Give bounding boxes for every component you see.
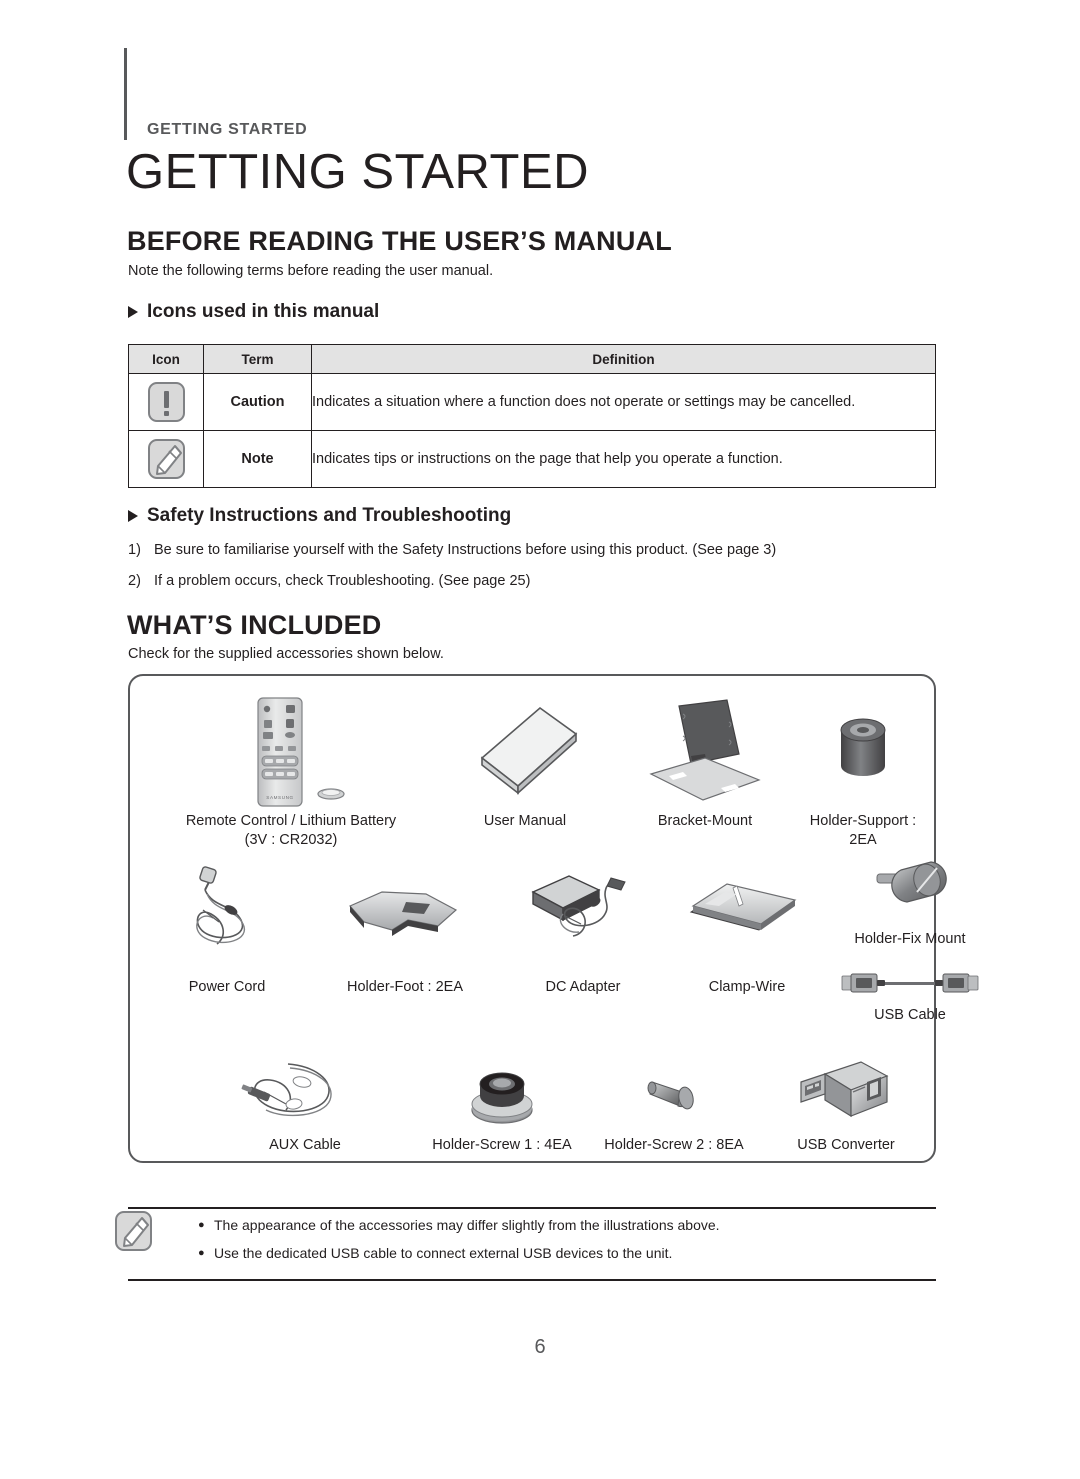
bullet-icon: ● — [198, 1219, 205, 1231]
accessory-clamp-wire: Clamp-Wire — [666, 864, 828, 997]
manual-page: GETTING STARTED GETTING STARTED BEFORE R… — [0, 0, 1080, 1479]
accessory-holder-screw-1: Holder-Screw 1 : 4EA — [416, 1056, 588, 1155]
column-header-icon: Icon — [128, 344, 204, 374]
footer-note-block: ● The appearance of the accessories may … — [115, 1207, 936, 1281]
icons-legend-table: Icon Term Definition Caution Indicates a… — [128, 344, 936, 488]
accessory-label: AUX Cable — [269, 1137, 341, 1153]
holder-support-illustration — [790, 696, 936, 808]
accessory-label: Clamp-Wire — [708, 979, 786, 995]
accessory-label: DC Adapter — [545, 979, 621, 995]
list-item: 1) Be sure to familiarise yourself with … — [128, 541, 776, 561]
holder-screw-2-illustration — [588, 1056, 760, 1132]
subheading-icons-used: Icons used in this manual — [128, 302, 379, 321]
subheading-icons-used-label: Icons used in this manual — [147, 301, 380, 322]
usb-converter-illustration — [760, 1054, 932, 1132]
caution-icon-cell — [128, 373, 204, 431]
definition-note: Indicates tips or instructions on the pa… — [311, 430, 936, 488]
accessory-label: USB Cable — [874, 1007, 946, 1023]
list-item-text: Be sure to familiarise yourself with the… — [154, 542, 777, 558]
accessories-panel: SAMSUNG Remote Control / Lithium Battery… — [128, 674, 979, 1163]
dc-adapter-illustration — [500, 864, 666, 974]
user-manual-illustration — [430, 696, 620, 808]
table-row: Caution Indicates a situation where a fu… — [128, 373, 936, 431]
note-text: Use the dedicated USB cable to connect e… — [214, 1244, 673, 1261]
section-heading-before-reading: BEFORE READING THE USER’S MANUAL — [127, 226, 672, 256]
accessory-aux-cable: AUX Cable — [194, 1056, 416, 1155]
bracket-mount-illustration — [620, 696, 790, 808]
page-number: 6 — [534, 1336, 546, 1358]
accessory-label: Holder-Foot : 2EA — [346, 979, 464, 995]
definition-caution: Indicates a situation where a function d… — [311, 373, 936, 431]
term-note: Note — [203, 430, 312, 488]
note-pencil-icon — [147, 439, 185, 479]
safety-instruction-list: 1) Be sure to familiarise yourself with … — [128, 541, 776, 602]
accessory-usb-cable: USB Cable — [830, 966, 990, 1025]
accessory-bracket-mount: Bracket-Mount — [620, 696, 790, 831]
triangle-bullet-icon — [128, 305, 138, 318]
list-item: ● The appearance of the accessories may … — [198, 1216, 720, 1236]
accessory-label: Bracket-Mount — [657, 813, 753, 829]
footer-note-list: ● The appearance of the accessories may … — [198, 1216, 720, 1271]
accessory-usb-converter: USB Converter — [760, 1054, 932, 1155]
clamp-wire-illustration — [666, 864, 828, 974]
bullet-icon: ● — [198, 1246, 205, 1259]
list-item-number: 2) — [128, 572, 141, 589]
accessory-remote-control: SAMSUNG Remote Control / Lithium Battery… — [152, 696, 430, 850]
note-pencil-icon — [115, 1211, 152, 1251]
accessory-label: Holder-Fix Mount — [854, 931, 966, 947]
list-item: 2) If a problem occurs, check Troublesho… — [128, 572, 776, 592]
accessory-label: USB Converter — [797, 1137, 895, 1153]
before-reading-intro: Note the following terms before reading … — [128, 263, 494, 279]
accessory-dc-adapter: DC Adapter — [500, 864, 666, 997]
accessory-user-manual: User Manual — [430, 696, 620, 831]
accessory-label: Holder-Support : 2EA — [809, 813, 917, 848]
table-header-row: Icon Term Definition — [128, 344, 936, 374]
whats-included-intro: Check for the supplied accessories shown… — [128, 646, 444, 662]
accessory-label: Power Cord — [188, 979, 266, 995]
term-caution: Caution — [203, 373, 312, 431]
note-icon-wrapper — [115, 1211, 152, 1251]
note-icon-cell — [128, 430, 204, 488]
list-item-text: If a problem occurs, check Troubleshooti… — [154, 572, 531, 589]
usb-cable-illustration — [830, 966, 990, 1002]
subheading-safety-instructions: Safety Instructions and Troubleshooting — [128, 506, 511, 525]
note-text: The appearance of the accessories may di… — [214, 1217, 720, 1233]
running-header-label: GETTING STARTED — [147, 121, 308, 138]
svg-text:SAMSUNG: SAMSUNG — [266, 795, 293, 800]
accessory-label: Remote Control / Lithium Battery (3V : C… — [185, 813, 397, 848]
accessory-label: Holder-Screw 1 : 4EA — [432, 1137, 572, 1153]
power-cord-illustration — [144, 864, 310, 974]
aux-cable-illustration — [194, 1056, 416, 1132]
accessory-holder-foot: Holder-Foot : 2EA — [310, 864, 500, 997]
holder-fix-mount-illustration — [830, 854, 990, 926]
accessory-holder-fix-mount: Holder-Fix Mount — [830, 854, 990, 949]
running-header: GETTING STARTED — [124, 48, 307, 140]
list-item: ● Use the dedicated USB cable to connect… — [198, 1244, 720, 1264]
table-row: Note Indicates tips or instructions on t… — [128, 430, 936, 488]
accessory-label: Holder-Screw 2 : 8EA — [604, 1137, 744, 1153]
accessory-holder-support: Holder-Support : 2EA — [790, 696, 936, 850]
chapter-title: GETTING STARTED — [126, 145, 590, 199]
column-header-term: Term — [203, 344, 312, 374]
triangle-bullet-icon — [128, 509, 138, 522]
caution-icon — [147, 382, 185, 422]
holder-foot-illustration — [310, 864, 500, 974]
accessory-holder-screw-2: Holder-Screw 2 : 8EA — [588, 1056, 760, 1155]
accessory-label: User Manual — [483, 813, 567, 829]
list-item-number: 1) — [128, 542, 141, 558]
remote-control-illustration: SAMSUNG — [152, 696, 430, 808]
subheading-safety-label: Safety Instructions and Troubleshooting — [147, 505, 512, 526]
section-heading-whats-included: WHAT’S INCLUDED — [127, 610, 382, 640]
accessory-power-cord: Power Cord — [144, 864, 310, 997]
holder-screw-1-illustration — [416, 1056, 588, 1132]
column-header-definition: Definition — [311, 344, 936, 374]
